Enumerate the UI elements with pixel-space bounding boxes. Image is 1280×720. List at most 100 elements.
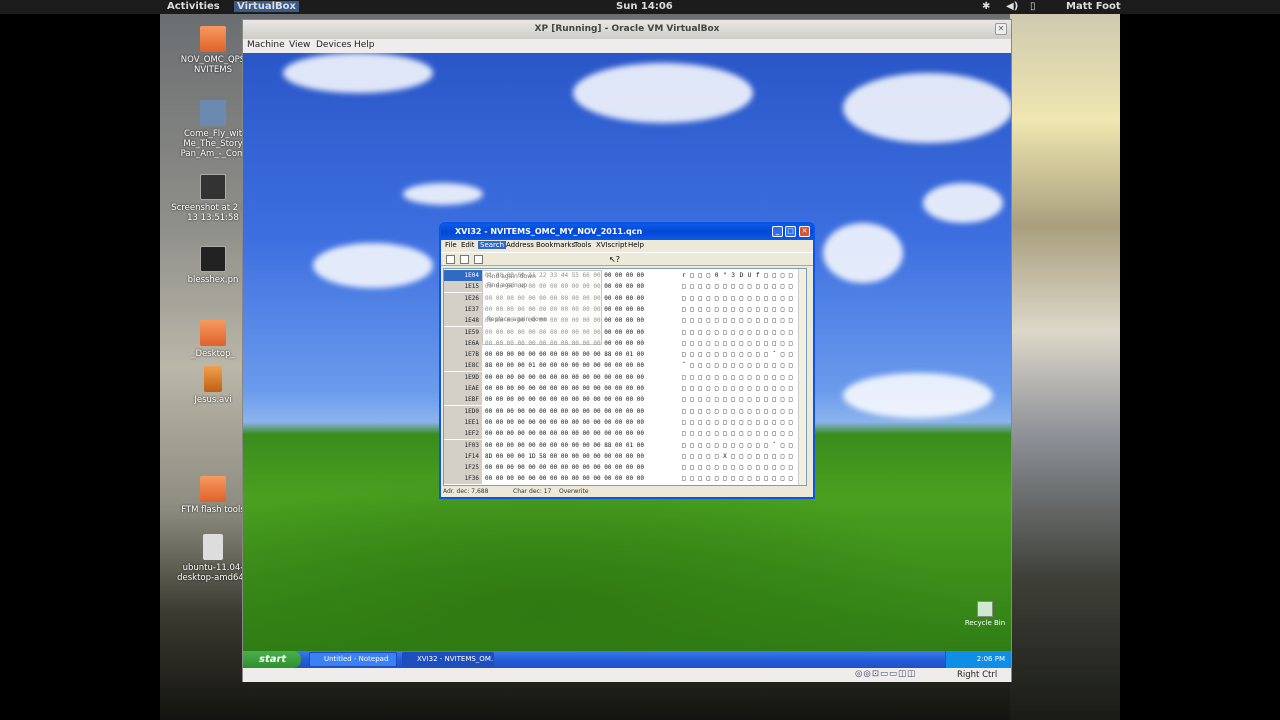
menu-item-find-again-up[interactable]: Find again up xyxy=(487,282,527,289)
hex-row[interactable]: 1EE1 00 00 00 00 00 00 00 00 00 00 00 00 … xyxy=(444,416,804,428)
menu-search[interactable]: Search xyxy=(478,241,507,249)
xvi32-titlebar[interactable]: XVI32 - NVITEMS_OMC_MY_NOV_2011.qcn _ □ … xyxy=(441,224,813,240)
close-icon[interactable]: ✕ xyxy=(799,226,810,237)
row-hex-values[interactable]: 88 00 00 00 01 00 00 00 00 00 00 00 00 0… xyxy=(485,360,680,371)
row-hex-values[interactable]: 00 00 00 00 00 00 00 00 00 00 00 00 00 0… xyxy=(485,372,680,383)
hex-row[interactable]: 1ED0 00 00 00 00 00 00 00 00 00 00 00 00 … xyxy=(444,405,804,417)
row-address: 1E8C xyxy=(444,360,482,372)
row-hex-values[interactable]: 00 00 00 00 00 00 00 00 00 00 00 00 00 0… xyxy=(485,383,680,394)
menu-tools[interactable]: Tools xyxy=(574,241,591,249)
taskbar-item-notepad[interactable]: Untitled - Notepad xyxy=(309,652,397,667)
start-button[interactable]: start xyxy=(243,651,301,668)
battery-icon[interactable]: ▯ xyxy=(1030,1,1036,12)
row-ascii-values[interactable]: □ □ □ □ □ X □ □ □ □ □ □ □ □ xyxy=(682,451,804,462)
row-hex-values[interactable]: 00 00 00 00 00 00 00 00 00 00 00 00 00 0… xyxy=(485,406,680,417)
row-address: 1ED0 xyxy=(444,405,482,417)
menu-item-replace-again-down[interactable]: Replace again down xyxy=(487,316,547,323)
menu-view[interactable]: View xyxy=(289,40,310,50)
row-ascii-values[interactable]: □ □ □ □ □ □ □ □ □ □ □ □ □ □ xyxy=(682,281,804,292)
activities-button[interactable]: Activities xyxy=(167,1,220,12)
row-ascii-values[interactable]: ˆ □ □ □ □ □ □ □ □ □ □ □ □ □ xyxy=(682,360,804,371)
open-file-icon[interactable] xyxy=(460,255,469,264)
row-ascii-values[interactable]: □ □ □ □ □ □ □ □ □ □ □ □ □ □ xyxy=(682,473,804,484)
hex-row[interactable]: 1E7B 00 00 00 00 00 00 00 00 00 00 00 88 … xyxy=(444,349,804,361)
row-ascii-values[interactable]: □ □ □ □ □ □ □ □ □ □ □ □ □ □ xyxy=(682,315,804,326)
wallpaper-strip xyxy=(1010,14,1120,720)
hex-row[interactable]: 1F36 00 00 00 00 00 00 00 00 00 00 00 00 … xyxy=(444,473,804,485)
row-ascii-values[interactable]: □ □ □ □ □ □ □ □ □ □ □ □ □ □ xyxy=(682,304,804,315)
row-ascii-values[interactable]: □ □ □ □ □ □ □ □ □ □ □ □ □ □ xyxy=(682,372,804,383)
help-cursor-icon[interactable]: ↖? xyxy=(609,255,620,264)
video-file-icon xyxy=(204,366,222,392)
menu-machine[interactable]: Machine xyxy=(247,40,285,50)
menu-help[interactable]: Help xyxy=(354,40,375,50)
clock[interactable]: Sun 14:06 xyxy=(616,1,673,12)
menu-devices[interactable]: Devices xyxy=(316,40,351,50)
row-ascii-values[interactable]: r □ □ □ 0 " 3 D U f □ □ □ □ xyxy=(682,270,804,281)
row-address: 1EAE xyxy=(444,383,482,394)
user-menu[interactable]: Matt Foot xyxy=(1066,1,1121,12)
row-ascii-values[interactable]: □ □ □ □ □ □ □ □ □ □ □ □ □ □ xyxy=(682,327,804,338)
hex-row[interactable]: 1EF2 00 00 00 00 00 00 00 00 00 00 00 00 … xyxy=(444,428,804,440)
guest-screen[interactable]: Recycle Bin XVI32 - NVITEMS_OMC_MY_NOV_2… xyxy=(243,53,1011,668)
row-address: 1E59 xyxy=(444,326,482,338)
hex-row[interactable]: 1E8C 88 00 00 00 01 00 00 00 00 00 00 00 … xyxy=(444,360,804,372)
status-char: Char dec: 17 xyxy=(513,488,552,495)
row-hex-values[interactable]: 00 00 00 00 00 00 00 00 00 00 00 00 00 0… xyxy=(485,428,680,439)
save-icon[interactable] xyxy=(474,255,483,264)
row-hex-values[interactable]: 00 00 00 00 00 00 00 00 00 00 00 00 00 0… xyxy=(485,417,680,428)
close-icon[interactable]: ✕ xyxy=(995,23,1007,35)
hex-row[interactable]: 1F14 8D 00 00 00 1D 58 00 00 00 00 00 00 … xyxy=(444,450,804,462)
row-ascii-values[interactable]: □ □ □ □ □ □ □ □ □ □ □ □ □ □ xyxy=(682,428,804,439)
menu-xviscript[interactable]: XVIscript xyxy=(596,241,627,249)
taskbar-item-xvi32[interactable]: XVI32 - NVITEMS_OM... xyxy=(402,652,494,667)
row-hex-values[interactable]: 00 00 00 00 00 00 00 00 00 00 00 00 00 0… xyxy=(485,462,680,473)
window-titlebar[interactable]: XP [Running] - Oracle VM VirtualBox ✕ xyxy=(243,20,1011,39)
minimize-icon[interactable]: _ xyxy=(772,226,783,237)
recycle-bin[interactable]: Recycle Bin xyxy=(960,601,1010,627)
device-status-icons[interactable]: ◎◎⊡▭▭◫◫ xyxy=(855,669,916,679)
row-address: 1F25 xyxy=(444,462,482,474)
row-ascii-values[interactable]: □ □ □ □ □ □ □ □ □ □ □ □ □ □ xyxy=(682,462,804,473)
row-hex-values[interactable]: 8D 00 00 00 1D 58 00 00 00 00 00 00 00 0… xyxy=(485,451,680,462)
hex-row[interactable]: 1EBF 00 00 00 00 00 00 00 00 00 00 00 00 … xyxy=(444,394,804,406)
row-ascii-values[interactable]: □ □ □ □ □ □ □ □ □ □ □ □ □ □ xyxy=(682,383,804,394)
row-ascii-values[interactable]: □ □ □ □ □ □ □ □ □ □ □ ˆ □ □ xyxy=(682,440,804,451)
menu-bookmarks[interactable]: Bookmarks xyxy=(536,241,575,249)
volume-icon[interactable]: ◀) xyxy=(1006,1,1018,12)
hex-row[interactable]: 1F25 00 00 00 00 00 00 00 00 00 00 00 00 … xyxy=(444,462,804,474)
row-ascii-values[interactable]: □ □ □ □ □ □ □ □ □ □ □ □ □ □ xyxy=(682,417,804,428)
row-hex-values[interactable]: 00 00 00 00 00 00 00 00 00 00 00 88 00 0… xyxy=(485,440,680,451)
xvi32-window: XVI32 - NVITEMS_OMC_MY_NOV_2011.qcn _ □ … xyxy=(439,222,815,499)
row-address: 1E9D xyxy=(444,371,482,383)
menu-edit[interactable]: Edit xyxy=(461,241,475,249)
row-hex-values[interactable]: 00 00 00 00 00 00 00 00 00 00 00 00 00 0… xyxy=(485,394,680,405)
row-ascii-values[interactable]: □ □ □ □ □ □ □ □ □ □ □ □ □ □ xyxy=(682,394,804,405)
hex-row[interactable]: 1E9D 00 00 00 00 00 00 00 00 00 00 00 00 … xyxy=(444,371,804,383)
virtualbox-window: XP [Running] - Oracle VM VirtualBox ✕ Ma… xyxy=(242,19,1012,682)
row-hex-values[interactable]: 00 00 00 00 00 00 00 00 00 00 00 00 00 0… xyxy=(485,473,680,484)
row-ascii-values[interactable]: □ □ □ □ □ □ □ □ □ □ □ □ □ □ xyxy=(682,406,804,417)
row-ascii-values[interactable]: □ □ □ □ □ □ □ □ □ □ □ □ □ □ xyxy=(682,293,804,304)
menu-address[interactable]: Address xyxy=(506,241,534,249)
row-address: 1E7B xyxy=(444,349,482,361)
row-hex-values[interactable]: 00 00 00 00 00 00 00 00 00 00 00 88 00 0… xyxy=(485,349,680,360)
vertical-scrollbar[interactable] xyxy=(798,269,806,485)
status-address: Adr. dec: 7,688 xyxy=(443,488,489,495)
menu-file[interactable]: File xyxy=(445,241,457,249)
hex-row[interactable]: 1F03 00 00 00 00 00 00 00 00 00 00 00 88 … xyxy=(444,439,804,451)
row-ascii-values[interactable]: □ □ □ □ □ □ □ □ □ □ □ □ □ □ xyxy=(682,338,804,349)
bluetooth-icon[interactable]: ✱ xyxy=(982,1,990,12)
row-ascii-values[interactable]: □ □ □ □ □ □ □ □ □ □ □ ˆ □ □ xyxy=(682,349,804,360)
app-menu[interactable]: VirtualBox xyxy=(234,1,299,12)
cloud xyxy=(843,73,1011,143)
folder-icon xyxy=(200,26,226,52)
menu-item-find-again-down[interactable]: Find again down xyxy=(487,273,536,280)
new-file-icon[interactable] xyxy=(446,255,455,264)
image-thumbnail-icon xyxy=(200,174,226,200)
menu-help[interactable]: Help xyxy=(628,241,644,249)
maximize-icon[interactable]: □ xyxy=(785,226,796,237)
hex-row[interactable]: 1EAE 00 00 00 00 00 00 00 00 00 00 00 00 … xyxy=(444,383,804,394)
row-address: 1E6A xyxy=(444,337,482,349)
cloud xyxy=(403,183,483,205)
